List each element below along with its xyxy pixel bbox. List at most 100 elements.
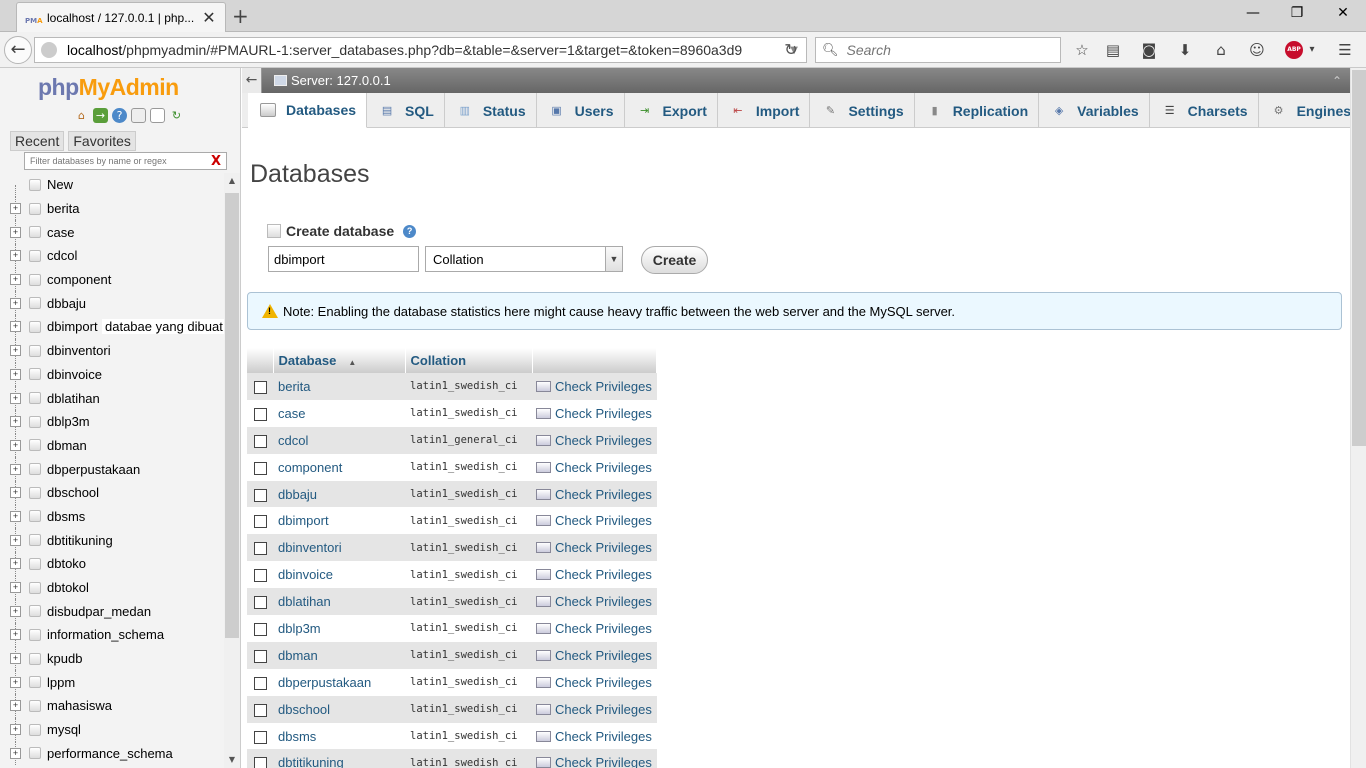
- tree-item-label[interactable]: lppm: [47, 675, 75, 690]
- bookmark-star-icon[interactable]: ☆: [1072, 40, 1092, 60]
- back-button[interactable]: ←: [4, 36, 32, 64]
- expand-icon[interactable]: +: [10, 558, 21, 570]
- tree-item-database[interactable]: + disbudpar_medan: [0, 599, 224, 624]
- tree-item-label[interactable]: dbinvoice: [47, 367, 102, 382]
- database-name-link[interactable]: dbperpustakaan: [273, 668, 405, 696]
- search-bar[interactable]: 🔍︎: [815, 37, 1061, 63]
- check-privileges-link[interactable]: Check Privileges: [532, 749, 657, 768]
- check-privileges-link[interactable]: Check Privileges: [532, 373, 657, 400]
- nav-scroll-thumb[interactable]: [225, 193, 239, 638]
- check-privileges-link[interactable]: Check Privileges: [532, 453, 657, 481]
- row-checkbox[interactable]: [253, 596, 267, 610]
- tab-settings[interactable]: ✎ Settings: [810, 93, 915, 128]
- page-scroll-thumb[interactable]: [1352, 70, 1366, 446]
- expand-icon[interactable]: +: [10, 605, 21, 617]
- check-privileges-link[interactable]: Check Privileges: [532, 480, 657, 508]
- expand-icon[interactable]: +: [10, 321, 21, 333]
- server-breadcrumb[interactable]: Server: 127.0.0.1: [274, 73, 391, 88]
- tree-item-database[interactable]: + dbimport databae yang dibuat: [0, 315, 226, 339]
- tab-charsets[interactable]: ☰ Charsets: [1150, 93, 1259, 128]
- database-name-link[interactable]: dblatihan: [273, 588, 405, 616]
- tree-item-label[interactable]: information_schema: [47, 627, 164, 642]
- row-checkbox[interactable]: [253, 676, 267, 690]
- recent-button[interactable]: Recent: [10, 131, 65, 151]
- reload-icon[interactable]: ↻: [778, 37, 804, 63]
- tab-users[interactable]: ▣ Users: [537, 93, 625, 128]
- browser-tab[interactable]: PM A localhost / 127.0.0.1 | php... ✕: [16, 2, 226, 32]
- tree-item-database[interactable]: + lppm: [0, 670, 224, 695]
- tab-sql[interactable]: ▤ SQL: [367, 93, 445, 128]
- tree-item-label[interactable]: dbsms: [47, 509, 85, 524]
- row-checkbox[interactable]: [253, 407, 267, 421]
- tree-item-label[interactable]: dbtoko: [47, 556, 86, 571]
- tree-item-label[interactable]: dbinventori: [47, 343, 111, 358]
- expand-icon[interactable]: +: [10, 226, 21, 238]
- settings-page-icon[interactable]: [150, 108, 165, 123]
- scroll-up-icon[interactable]: ▲: [224, 173, 240, 189]
- tree-item-new[interactable]: New: [0, 173, 224, 197]
- tree-item-database[interactable]: + performance_schema: [0, 741, 224, 766]
- tree-item-database[interactable]: + dbsms: [0, 504, 224, 529]
- reload-nav-icon[interactable]: ↻: [169, 108, 184, 123]
- check-privileges-link[interactable]: Check Privileges: [532, 722, 657, 750]
- row-checkbox[interactable]: [253, 757, 267, 768]
- tree-item-label[interactable]: cdcol: [47, 248, 77, 263]
- tree-item-label[interactable]: component: [47, 272, 111, 287]
- database-name-link[interactable]: component: [273, 453, 405, 481]
- home-icon[interactable]: ⌂: [74, 108, 89, 123]
- emoji-icon[interactable]: ☺: [1247, 40, 1267, 60]
- expand-icon[interactable]: +: [10, 700, 21, 712]
- new-tab-icon[interactable]: +: [232, 4, 249, 28]
- url-bar[interactable]: localhost/phpmyadmin/#PMAURL-1:server_da…: [34, 37, 807, 63]
- favorites-button[interactable]: Favorites: [68, 131, 136, 151]
- tree-item-database[interactable]: + mysql: [0, 717, 224, 742]
- database-name-link[interactable]: dbsms: [273, 722, 405, 750]
- tree-item-label[interactable]: dbtokol: [47, 580, 89, 595]
- db-filter-input[interactable]: [25, 156, 205, 166]
- tree-item-database[interactable]: + dbinventori: [0, 338, 224, 363]
- expand-icon[interactable]: +: [10, 345, 21, 357]
- database-name-link[interactable]: dblp3m: [273, 615, 405, 642]
- check-privileges-link[interactable]: Check Privileges: [532, 561, 657, 589]
- chevron-down-icon[interactable]: ▼: [605, 247, 622, 271]
- expand-icon[interactable]: +: [10, 297, 21, 309]
- help-icon[interactable]: ?: [112, 108, 127, 123]
- database-column-header[interactable]: Database ▲: [273, 348, 406, 373]
- tree-item-label[interactable]: dbtitikuning: [47, 533, 113, 548]
- nav-scrollbar[interactable]: ▲ ▼: [224, 173, 240, 768]
- tree-item-label[interactable]: dbbaju: [47, 296, 86, 311]
- row-checkbox[interactable]: [253, 488, 267, 502]
- check-privileges-link[interactable]: Check Privileges: [532, 399, 657, 427]
- database-name-link[interactable]: cdcol: [273, 426, 405, 454]
- tree-item-database[interactable]: + dbtokol: [0, 575, 224, 600]
- check-privileges-link[interactable]: Check Privileges: [532, 695, 657, 723]
- tree-item-label[interactable]: dbimport: [47, 319, 98, 334]
- tab-engines[interactable]: ⚙ Engines: [1259, 93, 1350, 128]
- expand-icon[interactable]: +: [10, 416, 21, 428]
- create-button[interactable]: Create: [641, 246, 708, 274]
- database-name-link[interactable]: dbtitikuning: [273, 749, 405, 768]
- scroll-down-icon[interactable]: ▼: [224, 752, 240, 768]
- tree-item-label[interactable]: disbudpar_medan: [47, 604, 151, 619]
- reading-list-icon[interactable]: ▤: [1103, 40, 1123, 60]
- tree-item-database[interactable]: + mahasiswa: [0, 694, 224, 718]
- expand-icon[interactable]: +: [10, 439, 21, 451]
- expand-icon[interactable]: +: [10, 250, 21, 262]
- collation-select[interactable]: Collation ▼: [425, 246, 623, 272]
- check-privileges-link[interactable]: Check Privileges: [532, 615, 657, 642]
- clear-filter-icon[interactable]: X: [211, 154, 221, 169]
- row-checkbox[interactable]: [253, 569, 267, 583]
- expand-icon[interactable]: +: [10, 653, 21, 665]
- check-privileges-link[interactable]: Check Privileges: [532, 668, 657, 696]
- tree-item-label[interactable]: case: [47, 225, 74, 240]
- expand-icon[interactable]: +: [10, 747, 21, 759]
- database-name-link[interactable]: dbimport: [273, 507, 405, 535]
- tab-import[interactable]: ⇤ Import: [718, 93, 811, 128]
- tree-item-database[interactable]: + dbperpustakaan: [0, 457, 224, 481]
- tree-item-database[interactable]: + kpudb: [0, 646, 224, 671]
- check-privileges-link[interactable]: Check Privileges: [532, 426, 657, 454]
- expand-icon[interactable]: +: [10, 534, 21, 546]
- expand-icon[interactable]: +: [10, 274, 21, 286]
- row-checkbox[interactable]: [253, 703, 267, 717]
- check-privileges-link[interactable]: Check Privileges: [532, 588, 657, 616]
